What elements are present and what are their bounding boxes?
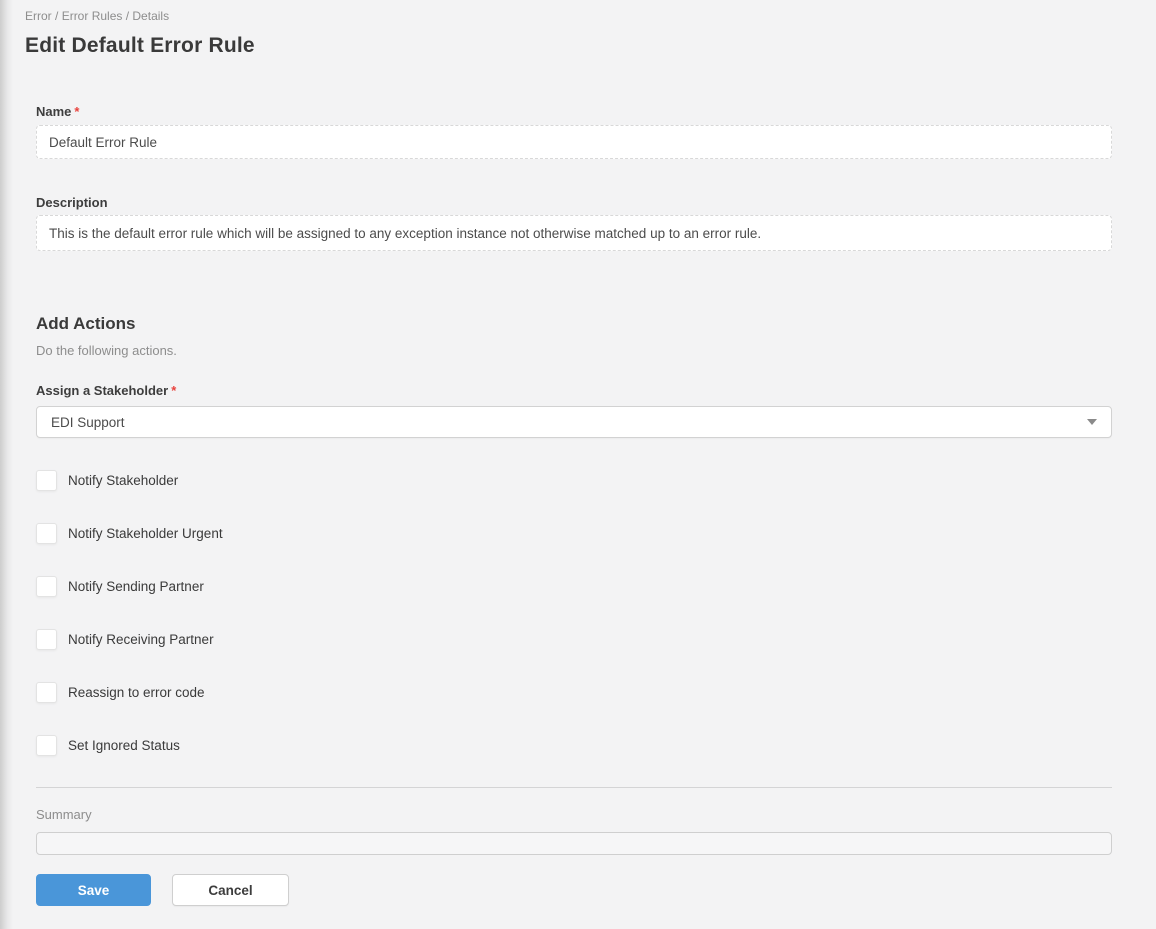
- set-ignored-status-label: Set Ignored Status: [68, 737, 180, 753]
- checkbox-row: Notify Receiving Partner: [36, 628, 1112, 650]
- set-ignored-status-checkbox[interactable]: [36, 734, 57, 756]
- breadcrumb-separator: /: [51, 9, 62, 23]
- notify-receiving-partner-checkbox[interactable]: [36, 628, 57, 650]
- stakeholder-select[interactable]: EDI Support: [36, 406, 1112, 438]
- description-label-text: Description: [36, 195, 108, 210]
- add-actions-subtitle: Do the following actions.: [36, 343, 177, 358]
- required-asterisk: *: [74, 104, 80, 119]
- summary-field-block: Summary: [36, 807, 1112, 855]
- checkbox-row: Set Ignored Status: [36, 734, 1112, 756]
- stakeholder-label-text: Assign a Stakeholder: [36, 383, 169, 398]
- divider: [36, 787, 1112, 788]
- required-asterisk: *: [171, 383, 177, 398]
- add-actions-heading: Add Actions: [36, 314, 136, 333]
- breadcrumb-item-error[interactable]: Error: [25, 9, 52, 23]
- notify-stakeholder-checkbox[interactable]: [36, 469, 57, 491]
- description-input[interactable]: This is the default error rule which wil…: [36, 215, 1112, 251]
- notify-stakeholder-urgent-checkbox[interactable]: [36, 522, 57, 544]
- notify-receiving-partner-label: Notify Receiving Partner: [68, 631, 214, 647]
- checkbox-row: Notify Stakeholder: [36, 469, 1112, 491]
- summary-label-text: Summary: [36, 807, 92, 822]
- summary-input: [36, 832, 1112, 855]
- cancel-button[interactable]: Cancel: [172, 874, 289, 906]
- notify-sending-partner-checkbox[interactable]: [36, 575, 57, 597]
- name-input[interactable]: Default Error Rule: [36, 125, 1112, 159]
- description-input-value: This is the default error rule which wil…: [49, 225, 762, 241]
- edit-error-rule-page: Error / Error Rules / Details Edit Defau…: [0, 0, 1156, 906]
- name-input-value: Default Error Rule: [49, 134, 158, 150]
- description-field-block: Description This is the default error ru…: [36, 195, 1112, 251]
- summary-label: Summary: [36, 807, 1112, 823]
- breadcrumb-item-error-rules[interactable]: Error Rules: [62, 9, 123, 23]
- checkbox-row: Reassign to error code: [36, 681, 1112, 703]
- name-label: Name *: [36, 104, 1112, 120]
- checkbox-row: Notify Stakeholder Urgent: [36, 522, 1112, 544]
- notify-stakeholder-label: Notify Stakeholder: [68, 472, 179, 488]
- notify-sending-partner-label: Notify Sending Partner: [68, 578, 204, 594]
- form-actions: Save Cancel: [36, 874, 1112, 906]
- actions-checkbox-list: Notify Stakeholder Notify Stakeholder Ur…: [36, 469, 1112, 756]
- stakeholder-label: Assign a Stakeholder *: [36, 383, 1112, 399]
- stakeholder-selected-value: EDI Support: [51, 414, 125, 430]
- save-button[interactable]: Save: [36, 874, 151, 906]
- name-label-text: Name: [36, 104, 72, 119]
- notify-stakeholder-urgent-label: Notify Stakeholder Urgent: [68, 525, 223, 541]
- error-rule-form: Name * Default Error Rule Description Thi…: [36, 104, 1112, 906]
- checkbox-row: Notify Sending Partner: [36, 575, 1112, 597]
- reassign-to-error-code-label: Reassign to error code: [68, 684, 205, 700]
- stakeholder-field-block: Assign a Stakeholder * EDI Support: [36, 383, 1112, 438]
- breadcrumb-item-details: Details: [132, 9, 170, 23]
- description-label: Description: [36, 195, 1112, 211]
- reassign-to-error-code-checkbox[interactable]: [36, 681, 57, 703]
- page-title: Edit Default Error Rule: [25, 34, 255, 57]
- name-field-block: Name * Default Error Rule: [36, 104, 1112, 159]
- chevron-down-icon: [1087, 419, 1097, 425]
- breadcrumb-separator: /: [122, 9, 133, 23]
- breadcrumb: Error / Error Rules / Details: [25, 9, 1112, 24]
